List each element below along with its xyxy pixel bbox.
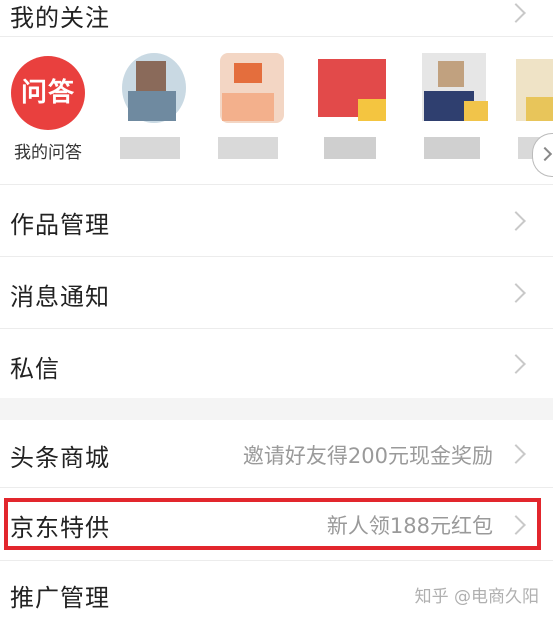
chevron-right-icon	[506, 515, 526, 535]
jd-special-label: 京东特供	[10, 514, 110, 542]
chevron-right-icon	[506, 444, 526, 464]
jd-special-promo: 新人领188元红包	[326, 514, 493, 538]
promotion-management-label: 推广管理	[10, 584, 110, 612]
works-management-row[interactable]: 作品管理	[0, 185, 553, 257]
toutiao-mall-label: 头条商城	[10, 444, 110, 472]
chevron-right-icon	[506, 354, 526, 374]
my-follows-label: 我的关注	[10, 4, 110, 32]
my-qa-item[interactable]: 问答 我的问答	[6, 56, 90, 163]
jd-special-row[interactable]: 京东特供 新人领188元红包	[0, 488, 553, 561]
follow-strip: 问答 我的问答	[0, 36, 553, 185]
section-divider	[0, 398, 553, 420]
notifications-label: 消息通知	[10, 283, 110, 311]
followed-user-avatar[interactable]	[312, 53, 394, 161]
chevron-right-icon	[506, 283, 526, 303]
private-messages-label: 私信	[10, 355, 60, 383]
toutiao-mall-promo: 邀请好友得200元现金奖励	[242, 444, 493, 468]
works-management-label: 作品管理	[10, 211, 110, 239]
followed-user-avatar[interactable]	[414, 53, 496, 161]
qa-logo-icon: 问答	[11, 56, 85, 130]
chevron-right-icon	[506, 211, 526, 231]
private-messages-row[interactable]: 私信	[0, 329, 553, 398]
chevron-right-icon	[506, 3, 526, 23]
followed-user-avatar[interactable]	[114, 53, 196, 161]
toutiao-mall-row[interactable]: 头条商城 邀请好友得200元现金奖励	[0, 420, 553, 488]
watermark: 知乎 @电商久阳	[414, 587, 539, 607]
my-follows-row[interactable]: 我的关注	[0, 0, 553, 37]
my-qa-label: 我的问答	[14, 143, 82, 163]
followed-user-avatar[interactable]	[212, 53, 294, 161]
notifications-row[interactable]: 消息通知	[0, 257, 553, 329]
